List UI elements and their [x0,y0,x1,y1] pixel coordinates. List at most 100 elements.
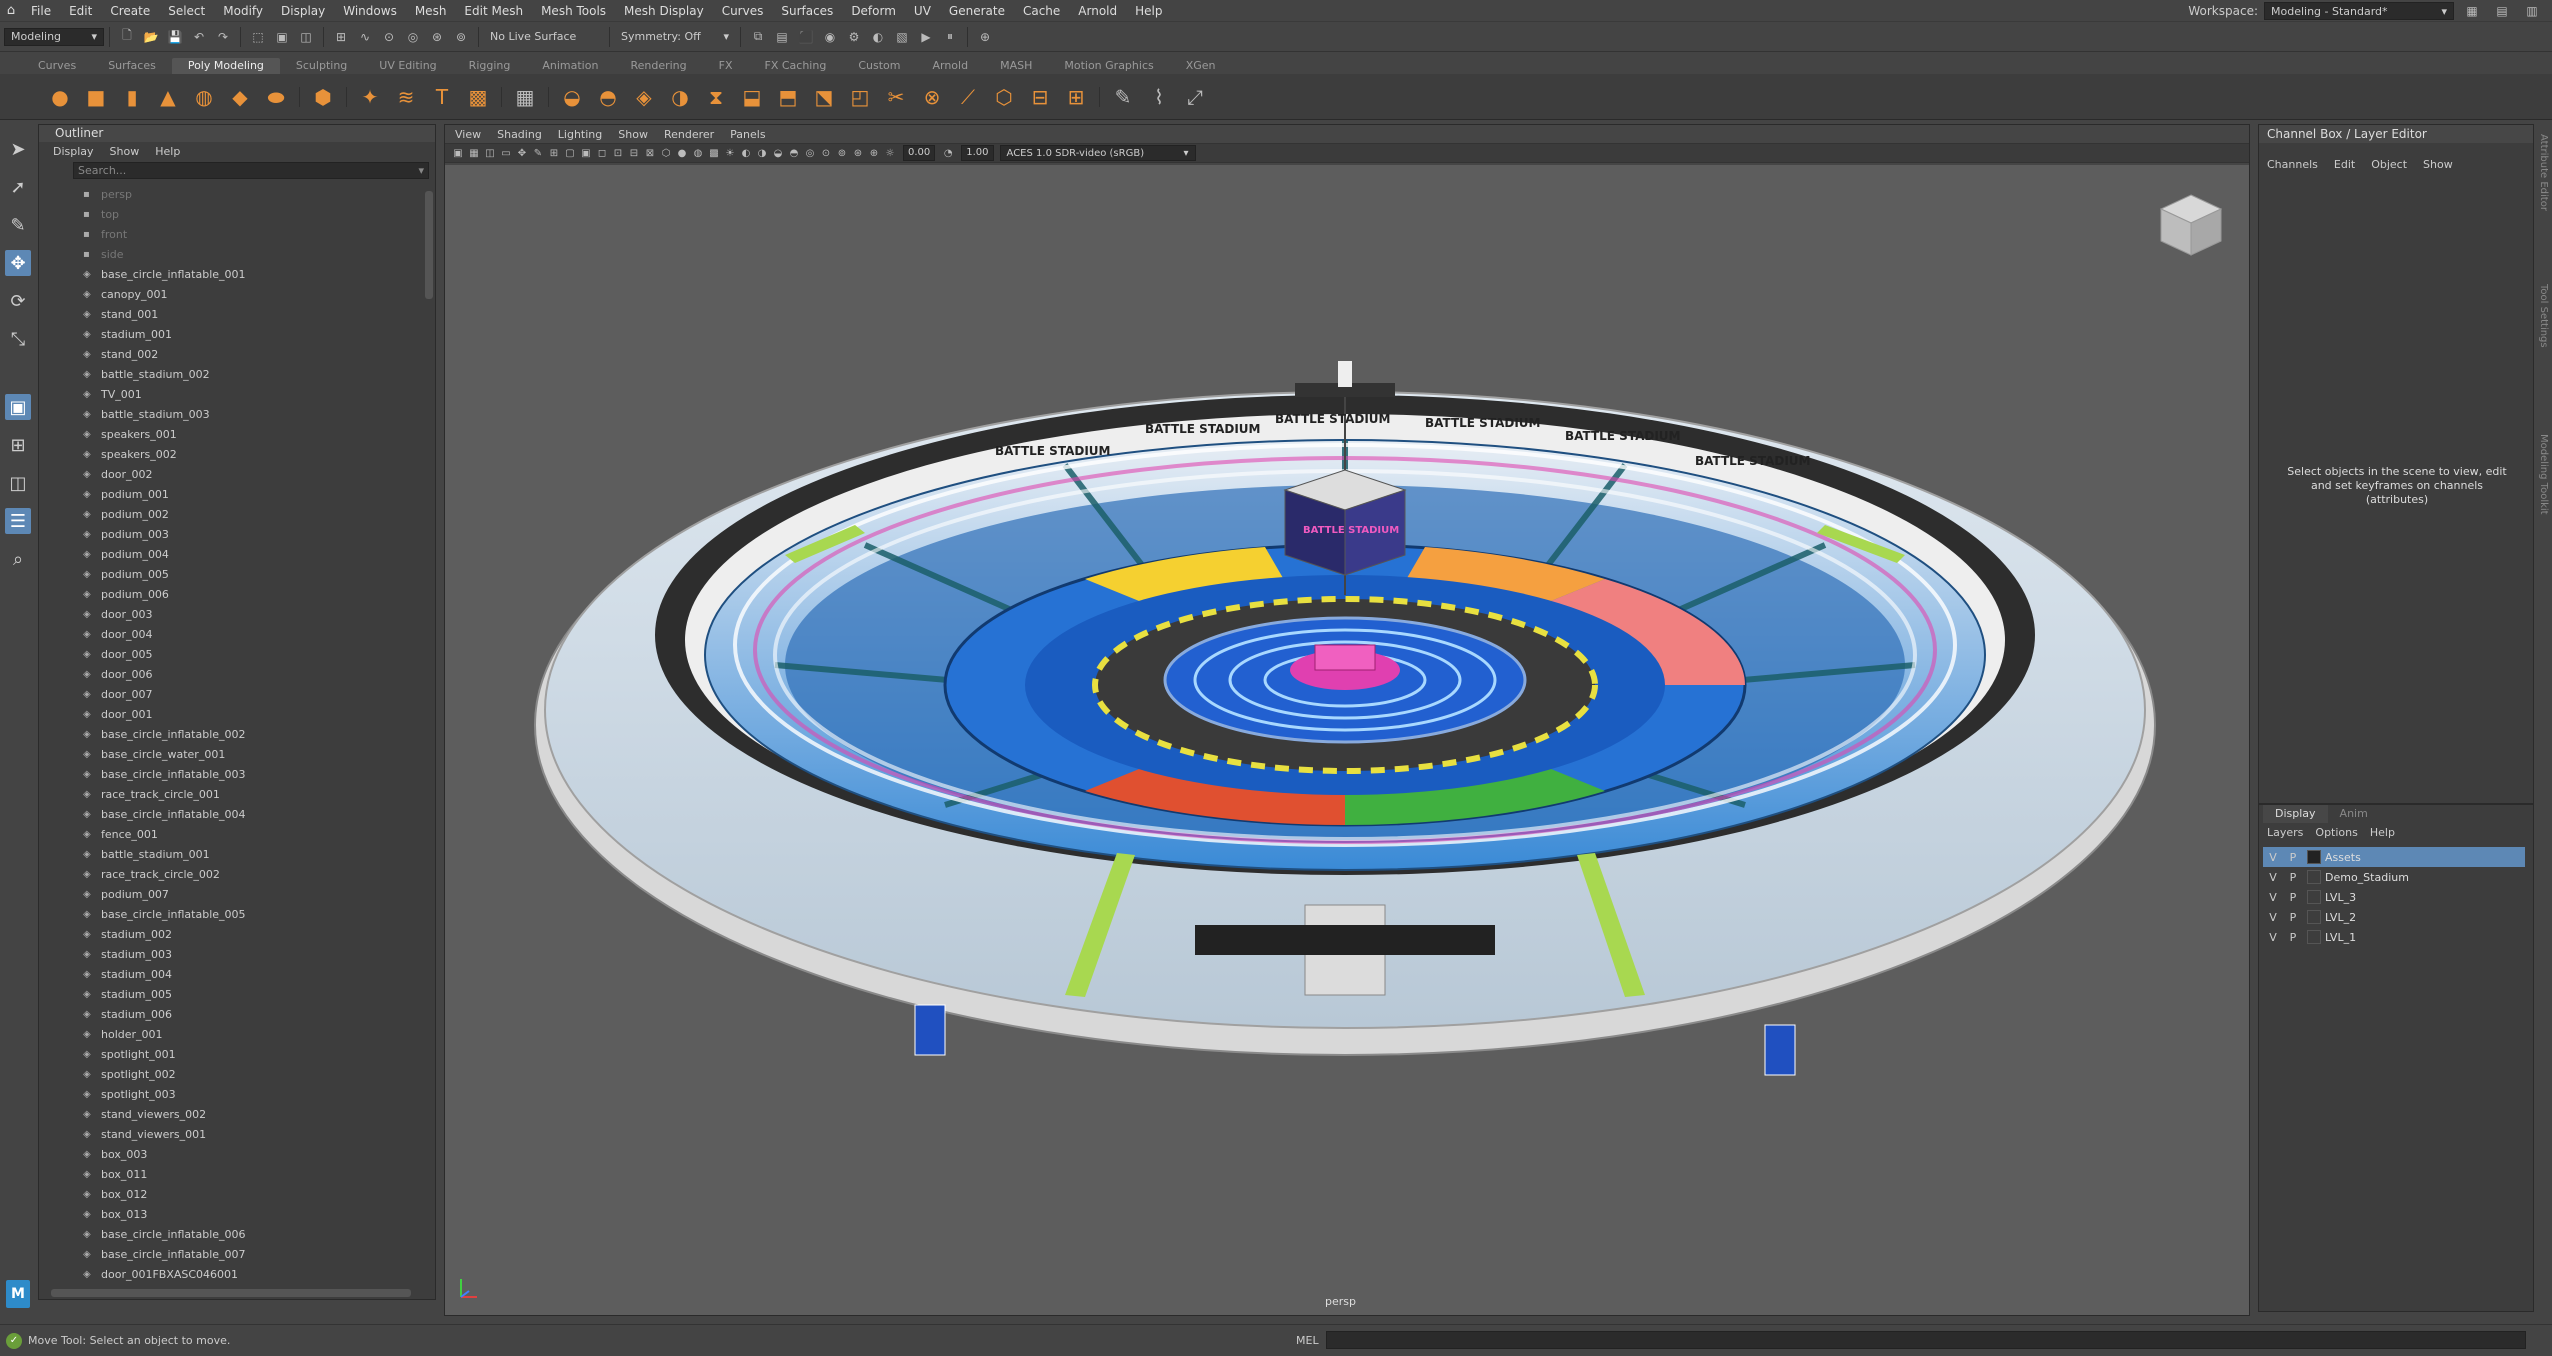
outliner-item[interactable]: ◈ speakers_001 [39,425,421,445]
layer-playback-toggle[interactable]: P [2283,931,2303,944]
move-tool-icon[interactable]: ✥ [5,250,31,276]
outliner-item[interactable]: ◈ race_track_circle_001 [39,785,421,805]
plane-icon[interactable]: ◆ [225,82,255,112]
motion-blur-icon[interactable]: ◒ [771,146,785,160]
safe-action-icon[interactable]: ⊟ [627,146,641,160]
outliner-item[interactable]: ◈ podium_006 [39,585,421,605]
outliner-camera-side[interactable]: ▪ side [39,245,421,265]
isolate-select-icon[interactable]: ⊙ [819,146,833,160]
maya-badge[interactable]: M [6,1280,30,1308]
sphere-icon[interactable]: ● [45,82,75,112]
menu-item-generate[interactable]: Generate [940,1,1014,21]
menu-item-create[interactable]: Create [101,1,159,21]
image-plane-icon[interactable]: ▭ [499,146,513,160]
outliner-item[interactable]: ◈ podium_004 [39,545,421,565]
channel-box-menu-object[interactable]: Object [2371,158,2407,171]
outliner-item[interactable]: ◈ stand_viewers_001 [39,1125,421,1145]
layer-visibility-toggle[interactable]: V [2263,851,2283,864]
layer-menu-help[interactable]: Help [2370,826,2395,839]
make-live-icon[interactable]: ⊚ [451,27,471,47]
outliner-item[interactable]: ◈ podium_002 [39,505,421,525]
calculator-icon[interactable]: ▦ [510,82,540,112]
multi-cut-icon[interactable]: ✂ [881,82,911,112]
outliner-item[interactable]: ◈ battle_stadium_003 [39,405,421,425]
shelf-tab-poly-modeling[interactable]: Poly Modeling [171,58,280,74]
paint-icon[interactable]: ✎ [1108,82,1138,112]
layer-color-swatch[interactable] [2307,890,2321,904]
outliner-item[interactable]: ◈ base_circle_inflatable_006 [39,1225,421,1245]
bookmark-icon[interactable]: ◫ [483,146,497,160]
layer-row[interactable]: V P LVL_2 [2263,907,2525,927]
outliner-item[interactable]: ◈ door_005 [39,645,421,665]
zoom-icon[interactable]: ⌕ [5,546,31,572]
type-icon[interactable]: T [427,82,457,112]
anti-aliasing-icon[interactable]: ◓ [787,146,801,160]
menu-item-help[interactable]: Help [1126,1,1171,21]
side-tab-attribute-editor[interactable]: Attribute Editor [2538,134,2549,211]
shelf-tab-animation[interactable]: Animation [526,58,614,74]
outliner-item[interactable]: ◈ TV_001 [39,385,421,405]
viewport-menu-lighting[interactable]: Lighting [558,128,602,141]
sweep-mesh-icon[interactable]: ≋ [391,82,421,112]
outliner-item[interactable]: ◈ race_track_circle_002 [39,865,421,885]
shelf-tab-rendering[interactable]: Rendering [614,58,702,74]
channel-box-menu-edit[interactable]: Edit [2334,158,2355,171]
outliner-item[interactable]: ◈ podium_001 [39,485,421,505]
layer-playback-toggle[interactable]: P [2283,851,2303,864]
outliner-item[interactable]: ◈ box_003 [39,1145,421,1165]
camera-icon[interactable]: ⊕ [975,27,995,47]
side-tab-modeling-toolkit[interactable]: Modeling Toolkit [2538,434,2549,515]
disc-icon[interactable]: ⬬ [261,82,291,112]
construction-history-icon[interactable]: ⧉ [748,27,768,47]
ambient-occlusion-icon[interactable]: ◑ [755,146,769,160]
shelf-tab-fx[interactable]: FX [703,58,749,74]
outliner-item[interactable]: ◈ spotlight_001 [39,1045,421,1065]
scale-tool-icon[interactable]: ⤡ [5,326,31,352]
menu-item-deform[interactable]: Deform [842,1,905,21]
outliner-item[interactable]: ◈ stand_001 [39,305,421,325]
field-chart-icon[interactable]: ⊡ [611,146,625,160]
resolution-gate-icon[interactable]: ▣ [579,146,593,160]
viewport-menu-show[interactable]: Show [618,128,648,141]
outliner-item[interactable]: ◈ battle_stadium_001 [39,845,421,865]
paint-select-icon[interactable]: ✎ [5,212,31,238]
outliner-item[interactable]: ◈ box_011 [39,1165,421,1185]
target-weld-icon[interactable]: ⊗ [917,82,947,112]
2d-pan-icon[interactable]: ✥ [515,146,529,160]
shelf-tab-xgen[interactable]: XGen [1170,58,1232,74]
textured-icon[interactable]: ▩ [707,146,721,160]
layer-tab-anim[interactable]: Anim [2328,805,2380,823]
viewport-menu-shading[interactable]: Shading [497,128,542,141]
gate-mask-icon[interactable]: ◻ [595,146,609,160]
boolean-icon[interactable]: ◑ [665,82,695,112]
cube-icon[interactable]: ■ [81,82,111,112]
pause-icon[interactable]: ⏸ [940,27,960,47]
platonic-icon[interactable]: ⬢ [308,82,338,112]
outliner-item[interactable]: ◈ spotlight_002 [39,1065,421,1085]
outliner-item[interactable]: ◈ base_circle_inflatable_001 [39,265,421,285]
outliner-item[interactable]: ◈ door_001 [39,705,421,725]
layer-visibility-toggle[interactable]: V [2263,931,2283,944]
layer-tab-display[interactable]: Display [2263,805,2328,823]
outliner-item[interactable]: ◈ spotlight_003 [39,1085,421,1105]
live-surface-field[interactable]: No Live Surface [484,28,604,46]
layer-color-swatch[interactable] [2307,910,2321,924]
lights-icon[interactable]: ☀ [723,146,737,160]
separate-icon[interactable]: ◓ [593,82,623,112]
rotate-tool-icon[interactable]: ⟳ [5,288,31,314]
side-tab-tool-settings[interactable]: Tool Settings [2538,284,2549,348]
menu-item-uv[interactable]: UV [905,1,940,21]
menu-item-curves[interactable]: Curves [713,1,773,21]
menu-item-arnold[interactable]: Arnold [1069,1,1126,21]
layer-menu-options[interactable]: Options [2315,826,2357,839]
outliner-item[interactable]: ◈ fence_001 [39,825,421,845]
outliner-item[interactable]: ◈ door_001FBXASC046001 [39,1265,421,1283]
menu-item-windows[interactable]: Windows [334,1,406,21]
open-scene-icon[interactable]: 📂 [141,27,161,47]
xray-icon[interactable]: ⊚ [835,146,849,160]
svg-icon[interactable]: ▩ [463,82,493,112]
outliner-item[interactable]: ◈ speakers_002 [39,445,421,465]
smooth-shade-icon[interactable]: ● [675,146,689,160]
select-hierarchy-icon[interactable]: ⬚ [248,27,268,47]
outliner-item[interactable]: ◈ base_circle_inflatable_004 [39,805,421,825]
